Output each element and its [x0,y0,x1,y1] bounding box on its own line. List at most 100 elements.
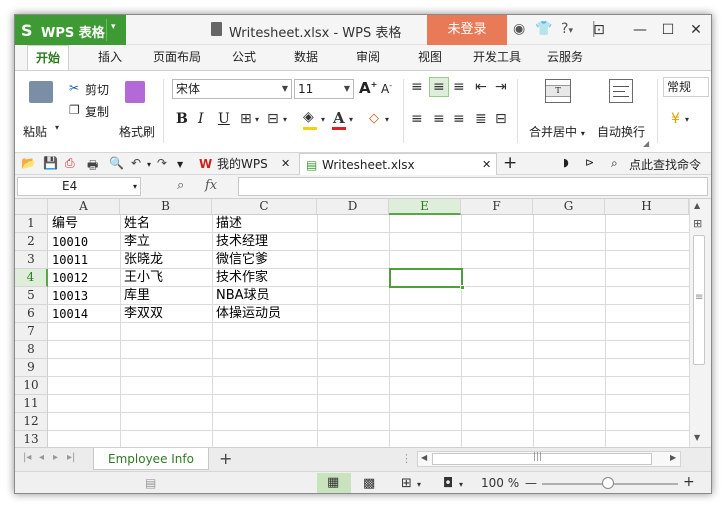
copy-icon[interactable]: ❐ [69,103,80,117]
column-header-selected[interactable]: E [389,199,461,215]
align-bottom-icon[interactable]: ≡ [453,79,465,95]
cell-c1[interactable]: 描述 [213,215,242,233]
cell-b5[interactable]: 库里 [121,287,150,305]
tab-home[interactable]: 开始 [27,45,69,70]
paste-chevron-icon[interactable]: ▾ [55,123,59,132]
cell-c2[interactable]: 技术经理 [213,233,268,251]
wrap-text-button[interactable]: 自动换行 [597,123,645,140]
cut-button[interactable]: 剪切 [85,81,109,98]
copy-button[interactable]: 复制 [85,103,109,120]
zoom-search-icon[interactable]: ⌕ [177,178,184,193]
split-icon[interactable]: ⊞ [693,217,702,230]
maximize-button[interactable]: ☐ [655,19,681,41]
underline-button[interactable]: U [218,111,230,127]
alignment-dialog-icon[interactable]: ◢ [643,139,649,148]
name-box-chevron-icon[interactable]: ▾ [133,178,137,195]
save-icon[interactable]: 💾 [43,156,58,170]
undo-icon[interactable]: ↶ [131,156,141,170]
justify-icon[interactable]: ≣ [475,111,487,127]
cell-a4[interactable]: 10012 [49,269,88,287]
tab-developer[interactable]: 开发工具 [467,45,527,70]
prev-sheet-icon[interactable]: ◂ [39,452,44,463]
new-tab-icon[interactable]: + [503,153,517,173]
last-sheet-icon[interactable]: ▸| [67,452,75,463]
doc-tab-my-wps[interactable]: W 我的WPS ✕ [195,153,297,175]
cell-b1[interactable]: 姓名 [121,215,150,233]
sheet-tab-employee-info[interactable]: Employee Info [93,448,209,470]
cell-a5[interactable]: 10013 [49,287,88,305]
tab-insert[interactable]: 插入 [87,45,133,70]
cell-c4[interactable]: 技术作家 [213,269,268,287]
zoom-out-icon[interactable]: — [525,476,537,490]
skin-icon[interactable]: 👕 [535,21,552,37]
row-header[interactable]: 9 [15,359,48,377]
row-header[interactable]: 6 [15,305,48,323]
paste-icon[interactable] [29,81,53,103]
align-middle-icon[interactable]: ≡ [433,79,445,95]
name-box[interactable]: E4 ▾ [17,177,141,196]
cell-b4[interactable]: 王小飞 [121,269,163,287]
scroll-down-icon[interactable]: ▼ [694,433,700,442]
currency-chevron-icon[interactable]: ▾ [685,115,689,124]
scroll-up-icon[interactable]: ▲ [694,201,700,210]
zoom-in-icon[interactable]: + [683,474,695,490]
zoom-slider-knob[interactable] [602,477,614,489]
app-menu-button[interactable]: S WPS 表格 ▾ [15,15,126,45]
font-name-select[interactable]: 宋体 ▼ [172,79,292,99]
row-header-selected[interactable]: 4 [15,269,48,287]
command-search[interactable]: 点此查找命令 [629,156,701,173]
tab-cloud[interactable]: 云服务 [539,45,591,70]
print-preview-icon[interactable]: 🔍 [109,156,124,170]
format-painter-icon[interactable] [125,81,145,103]
doc-tab-writesheet[interactable]: ▤ Writesheet.xlsx ✕ [299,153,497,175]
font-size-select[interactable]: 11 ▼ [294,79,354,99]
column-header[interactable]: G [533,199,605,215]
reading-mode-chevron-icon[interactable]: ▾ [459,480,463,489]
print-icon[interactable]: 🖶 [87,156,98,177]
page-layout-view-icon[interactable]: ⊞ [401,476,412,491]
next-sheet-icon[interactable]: ▸ [53,452,58,463]
export-pdf-icon[interactable]: ⎙ [65,156,75,171]
clear-format-chevron-icon[interactable]: ▾ [385,115,389,124]
vertical-scroll-thumb[interactable]: ≡ [693,235,705,365]
column-header[interactable]: A [48,199,120,215]
login-button[interactable]: 未登录 [427,15,507,45]
normal-view-button[interactable]: ▦ [317,473,351,493]
align-right-icon[interactable]: ≡ [453,111,465,127]
align-left-icon[interactable]: ≡ [411,111,423,127]
tab-page-layout[interactable]: 页面布局 [147,45,207,70]
app-menu-chevron-icon[interactable]: ▾ [111,22,116,32]
horizontal-scrollbar[interactable]: ◀ ||| ▶ [417,451,681,467]
close-tab-icon[interactable]: ✕ [482,154,491,176]
formula-input[interactable] [238,177,708,196]
grow-font-button[interactable]: A+ [359,79,377,97]
fill-color-icon[interactable]: ◈ [303,109,314,125]
page-break-view-icon[interactable]: ▩ [363,476,375,491]
row-header[interactable]: 7 [15,323,48,341]
cell-b3[interactable]: 张晓龙 [121,251,163,269]
horizontal-scroll-thumb[interactable]: ||| [432,452,652,465]
minimize-button[interactable]: — [627,19,653,41]
clear-format-icon[interactable]: ◇ [369,111,379,126]
border-chevron-icon[interactable]: ▾ [255,115,259,124]
align-top-icon[interactable]: ≡ [411,79,423,95]
scissors-icon[interactable]: ✂ [69,81,79,95]
font-color-icon[interactable]: A [333,109,345,127]
scroll-right-icon[interactable]: ▶ [670,453,676,462]
tab-list-icon[interactable]: ◗ [563,156,569,169]
distributed-icon[interactable]: ⊟ [495,111,507,127]
row-header[interactable]: 3 [15,251,48,269]
format-painter-button[interactable]: 格式刷 [119,123,155,140]
increase-indent-icon[interactable]: ⇥ [495,79,507,95]
scroll-left-icon[interactable]: ◀ [421,453,427,462]
cell-style-icon[interactable]: ⊟ [267,111,279,127]
align-center-icon[interactable]: ≡ [433,111,445,127]
column-header[interactable]: F [461,199,533,215]
vertical-scrollbar[interactable]: ▲ ⊞ ≡ ▼ [689,199,711,463]
zoom-level[interactable]: 100 % [481,476,519,490]
cell-a2[interactable]: 10010 [49,233,88,251]
row-header[interactable]: 11 [15,395,48,413]
page-layout-chevron-icon[interactable]: ▾ [417,480,421,489]
row-header[interactable]: 2 [15,233,48,251]
help-icon[interactable]: ?▾ [561,21,573,37]
